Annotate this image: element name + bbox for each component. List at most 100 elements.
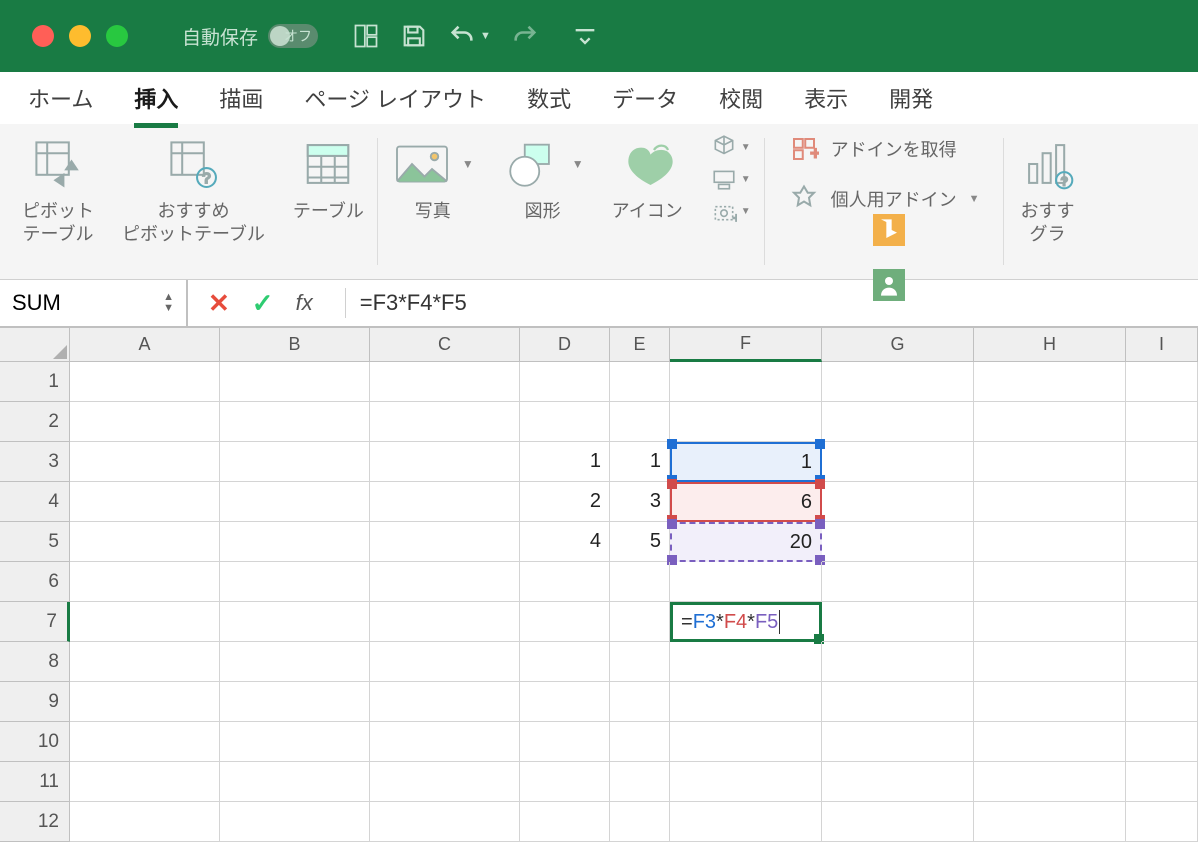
cell-G2[interactable]	[822, 402, 974, 442]
cell-C4[interactable]	[370, 482, 520, 522]
cell-I8[interactable]	[1126, 642, 1198, 682]
minimize-window-button[interactable]	[69, 25, 91, 47]
cell-I7[interactable]	[1126, 602, 1198, 642]
cell-I4[interactable]	[1126, 482, 1198, 522]
cell-F3[interactable]: 1	[670, 442, 822, 482]
cell-C9[interactable]	[370, 682, 520, 722]
namebox-stepper[interactable]: ▲▼	[163, 292, 174, 314]
cell-E3[interactable]: 1	[610, 442, 670, 482]
cell-I3[interactable]	[1126, 442, 1198, 482]
chevron-down-icon[interactable]: ▼	[969, 193, 980, 205]
cell-B11[interactable]	[220, 762, 370, 802]
cell-H1[interactable]	[974, 362, 1126, 402]
chevron-down-icon[interactable]: ▼	[480, 30, 491, 42]
tab-挿入[interactable]: 挿入	[116, 72, 196, 124]
cell-E10[interactable]	[610, 722, 670, 762]
cell-H8[interactable]	[974, 642, 1126, 682]
cancel-formula-button[interactable]: ✕	[208, 288, 230, 319]
cell-D10[interactable]	[520, 722, 610, 762]
undo-button[interactable]: ▼	[448, 22, 491, 50]
bing-maps-button[interactable]	[873, 214, 905, 251]
cell-H7[interactable]	[974, 602, 1126, 642]
cell-F11[interactable]	[670, 762, 822, 802]
row-header-5[interactable]: 5	[0, 522, 70, 562]
cell-B5[interactable]	[220, 522, 370, 562]
row-header-4[interactable]: 4	[0, 482, 70, 522]
cell-F4[interactable]: 6	[670, 482, 822, 522]
tab-校閲[interactable]: 校閲	[701, 72, 781, 124]
cell-A1[interactable]	[70, 362, 220, 402]
cell-G11[interactable]	[822, 762, 974, 802]
enter-formula-button[interactable]: ✓	[252, 288, 274, 319]
column-header-E[interactable]: E	[610, 328, 670, 362]
cell-B9[interactable]	[220, 682, 370, 722]
qat-customize-icon[interactable]	[571, 22, 599, 50]
cell-B3[interactable]	[220, 442, 370, 482]
cell-H12[interactable]	[974, 802, 1126, 842]
cell-I5[interactable]	[1126, 522, 1198, 562]
cell-D1[interactable]	[520, 362, 610, 402]
tab-表示[interactable]: 表示	[786, 72, 866, 124]
autosave-toggle[interactable]: 自動保存 オフ	[182, 23, 318, 50]
cell-D8[interactable]	[520, 642, 610, 682]
cell-G4[interactable]	[822, 482, 974, 522]
cell-F10[interactable]	[670, 722, 822, 762]
cell-C2[interactable]	[370, 402, 520, 442]
cell-C3[interactable]	[370, 442, 520, 482]
chevron-down-icon[interactable]: ▼	[462, 157, 474, 171]
row-header-8[interactable]: 8	[0, 642, 70, 682]
cell-E9[interactable]	[610, 682, 670, 722]
row-header-3[interactable]: 3	[0, 442, 70, 482]
cell-F6[interactable]	[670, 562, 822, 602]
save-icon[interactable]	[400, 22, 428, 50]
tab-データ[interactable]: データ	[594, 72, 696, 124]
tab-ページ レイアウト[interactable]: ページ レイアウト	[286, 72, 504, 124]
cell-C6[interactable]	[370, 562, 520, 602]
cell-D9[interactable]	[520, 682, 610, 722]
redo-button[interactable]	[511, 22, 539, 50]
cell-A3[interactable]	[70, 442, 220, 482]
row-header-2[interactable]: 2	[0, 402, 70, 442]
cell-E11[interactable]	[610, 762, 670, 802]
cell-G10[interactable]	[822, 722, 974, 762]
screenshot-button[interactable]: +▼	[711, 198, 751, 224]
tab-数式[interactable]: 数式	[509, 72, 589, 124]
cell-C8[interactable]	[370, 642, 520, 682]
close-window-button[interactable]	[32, 25, 54, 47]
cell-F12[interactable]	[670, 802, 822, 842]
icons-button[interactable]: アイコン	[612, 134, 683, 223]
cell-G9[interactable]	[822, 682, 974, 722]
cell-H4[interactable]	[974, 482, 1126, 522]
cell-H6[interactable]	[974, 562, 1126, 602]
cell-A2[interactable]	[70, 402, 220, 442]
column-header-C[interactable]: C	[370, 328, 520, 362]
cell-G5[interactable]	[822, 522, 974, 562]
cell-D12[interactable]	[520, 802, 610, 842]
chevron-down-icon[interactable]: ▼	[572, 157, 584, 171]
cell-D3[interactable]: 1	[520, 442, 610, 482]
cell-A8[interactable]	[70, 642, 220, 682]
cell-I1[interactable]	[1126, 362, 1198, 402]
my-addins-button[interactable]: 個人用アドイン ▼	[789, 184, 980, 214]
table-button[interactable]: テーブル	[293, 134, 364, 223]
column-header-I[interactable]: I	[1126, 328, 1198, 362]
cell-G7[interactable]	[822, 602, 974, 642]
column-header-H[interactable]: H	[974, 328, 1126, 362]
cell-C5[interactable]	[370, 522, 520, 562]
cell-I10[interactable]	[1126, 722, 1198, 762]
cell-E12[interactable]	[610, 802, 670, 842]
cell-C12[interactable]	[370, 802, 520, 842]
people-graph-button[interactable]	[873, 269, 905, 306]
cell-H2[interactable]	[974, 402, 1126, 442]
cell-C11[interactable]	[370, 762, 520, 802]
cell-A5[interactable]	[70, 522, 220, 562]
cell-F8[interactable]	[670, 642, 822, 682]
cell-H5[interactable]	[974, 522, 1126, 562]
cell-H10[interactable]	[974, 722, 1126, 762]
cell-E5[interactable]: 5	[610, 522, 670, 562]
cell-F2[interactable]	[670, 402, 822, 442]
qat-template-icon[interactable]	[352, 22, 380, 50]
cell-C7[interactable]	[370, 602, 520, 642]
cell-G8[interactable]	[822, 642, 974, 682]
row-header-9[interactable]: 9	[0, 682, 70, 722]
